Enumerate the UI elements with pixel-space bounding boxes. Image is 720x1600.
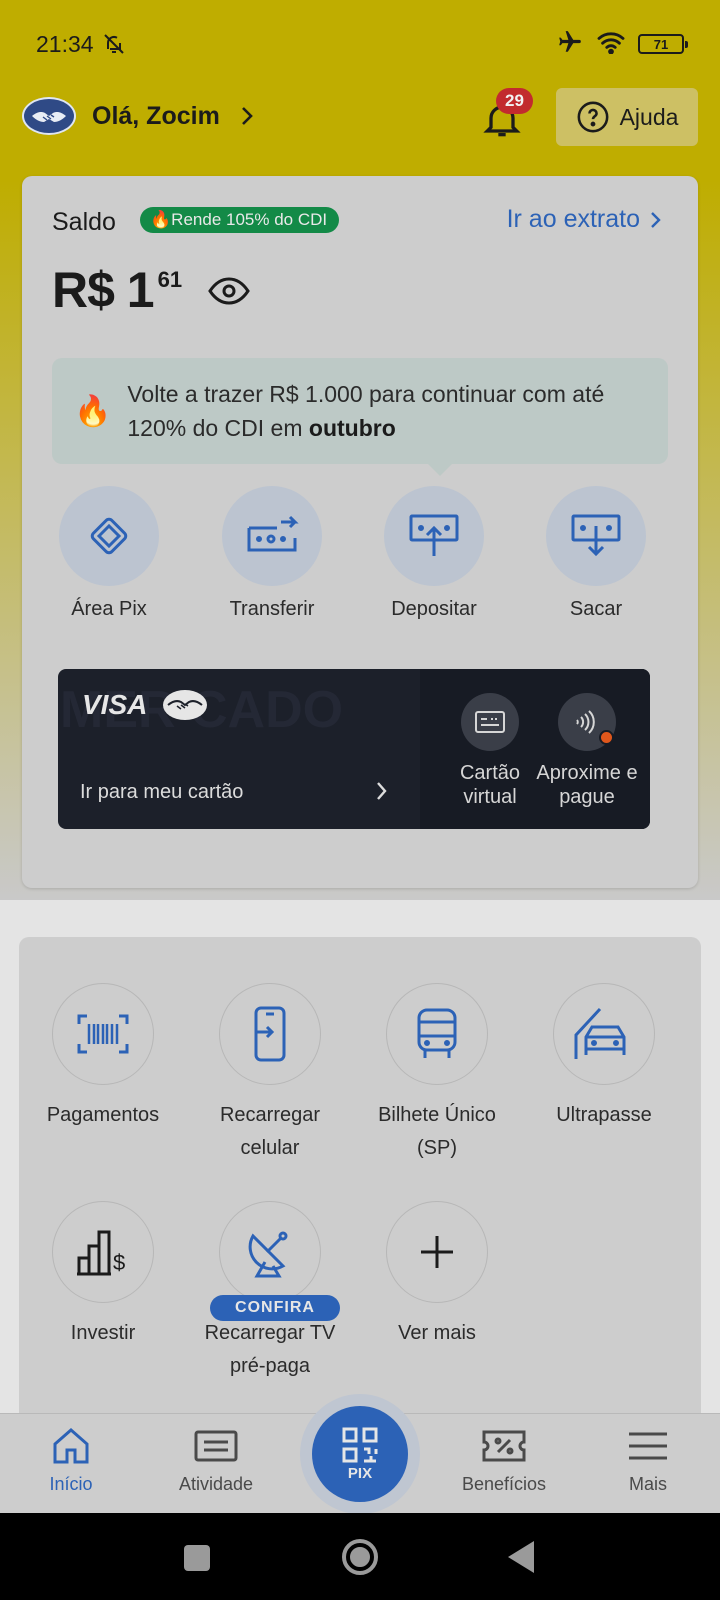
nav-inicio[interactable]: Início — [11, 1426, 131, 1495]
chevron-right-icon — [376, 781, 388, 806]
airplane-icon — [556, 29, 584, 60]
toll-car-icon — [553, 983, 655, 1085]
virtual-card-button[interactable]: Cartão virtual — [450, 693, 530, 809]
quick-actions: Área Pix Transferir Depositar Sacar — [22, 486, 698, 636]
wifi-icon — [596, 30, 626, 59]
service-label: Recarregar celular — [219, 1104, 321, 1159]
svg-text:$: $ — [113, 1250, 125, 1275]
status-time: 21:34 — [36, 30, 94, 57]
yield-badge: 🔥Rende 105% do CDI — [140, 207, 340, 233]
tip-text: Volte a trazer R$ 1.000 para continuar c… — [127, 381, 605, 441]
invest-icon: $ — [52, 1201, 154, 1303]
activity-icon — [194, 1430, 238, 1462]
bell-off-icon — [102, 32, 126, 56]
action-label: Sacar — [569, 598, 623, 620]
phone-recharge-icon — [219, 983, 321, 1085]
nav-label: Benefícios — [461, 1474, 547, 1494]
service-invest[interactable]: $ Investir — [18, 1201, 188, 1350]
nav-atividade[interactable]: Atividade — [156, 1426, 276, 1495]
nav-pix-button[interactable]: PIX — [312, 1406, 408, 1502]
service-phone-recharge[interactable]: Recarregar celular — [185, 983, 355, 1165]
service-ultrapasse[interactable]: Ultrapasse — [519, 983, 689, 1132]
cdi-tip-banner[interactable]: 🔥 Volte a trazer R$ 1.000 para continuar… — [52, 358, 668, 476]
app-header: Olá, Zocim 29 Ajuda — [0, 84, 720, 148]
recents-button[interactable] — [182, 1543, 212, 1578]
service-see-more[interactable]: Ver mais — [352, 1201, 522, 1350]
contactless-label: Aproxime e pague — [536, 762, 638, 808]
service-payments[interactable]: Pagamentos — [18, 983, 188, 1132]
goto-card-area[interactable]: MER CADO VISA Ir para meu cartão — [58, 669, 420, 829]
chevron-right-icon — [651, 211, 661, 228]
help-icon — [577, 101, 609, 133]
action-withdraw[interactable]: Sacar — [516, 486, 676, 621]
action-label: Área Pix — [71, 598, 147, 620]
service-label: Ultrapasse — [556, 1104, 652, 1126]
services-card: Pagamentos Recarregar celular Bilhete Ún… — [19, 937, 701, 1437]
visa-logo: VISA — [82, 689, 148, 720]
pix-icon — [59, 486, 159, 586]
service-label: Ver mais — [398, 1322, 476, 1344]
service-label: Bilhete Único (SP) — [378, 1104, 496, 1159]
balance-amount: R$ 1 61 — [52, 261, 250, 319]
service-label: Recarregar TV pré-paga — [204, 1322, 336, 1377]
nav-beneficios[interactable]: Benefícios — [444, 1426, 564, 1495]
bus-icon — [386, 983, 488, 1085]
contactless-icon — [558, 693, 616, 751]
card-shortcuts: Cartão virtual Aproxime e pague — [420, 669, 650, 829]
status-bar: 21:34 71 — [0, 0, 720, 88]
battery-indicator: 71 — [638, 34, 688, 54]
system-navigation-bar — [0, 1513, 720, 1600]
balance-card: Saldo 🔥Rende 105% do CDI Ir ao extrato R… — [22, 176, 698, 888]
help-label: Ajuda — [619, 103, 679, 130]
back-button[interactable] — [506, 1539, 536, 1580]
help-button[interactable]: Ajuda — [556, 88, 698, 146]
fire-icon: 🔥 — [150, 210, 172, 229]
visa-card-panel: MER CADO VISA Ir para meu cartão Cartão … — [58, 669, 650, 829]
notification-count-badge: 29 — [496, 88, 533, 114]
qr-code-icon — [342, 1427, 378, 1462]
nav-label: Mais — [628, 1474, 667, 1494]
nav-mais[interactable]: Mais — [588, 1426, 708, 1495]
contactless-pay-button[interactable]: Aproxime e pague — [532, 693, 642, 809]
fire-icon: 🔥 — [74, 394, 112, 428]
eye-icon[interactable] — [208, 277, 250, 310]
chevron-right-icon[interactable] — [240, 106, 254, 126]
nav-label: Início — [49, 1474, 93, 1494]
mercadopago-logo — [22, 97, 76, 135]
barcode-icon — [52, 983, 154, 1085]
withdraw-icon — [546, 486, 646, 586]
new-indicator-dot — [599, 730, 614, 745]
saldo-label: Saldo — [52, 208, 116, 236]
virtual-card-label: Cartão virtual — [459, 762, 521, 808]
balance-main: R$ 1 — [52, 262, 155, 318]
service-bilhete-unico[interactable]: Bilhete Único (SP) — [352, 983, 522, 1165]
home-button[interactable] — [340, 1537, 380, 1582]
service-label: Pagamentos — [46, 1104, 160, 1126]
handshake-logo-icon — [162, 689, 208, 726]
virtual-card-icon — [461, 693, 519, 751]
action-deposit[interactable]: Depositar — [354, 486, 514, 621]
action-transfer[interactable]: Transferir — [192, 486, 352, 621]
service-label: Investir — [70, 1322, 136, 1344]
service-tv-recharge[interactable]: Recarregar TV pré-paga — [185, 1201, 355, 1383]
greeting[interactable]: Olá, Zocim — [92, 102, 220, 131]
home-icon — [53, 1428, 89, 1464]
transfer-icon — [222, 486, 322, 586]
action-label: Depositar — [391, 598, 477, 620]
deposit-icon — [384, 486, 484, 586]
plus-icon — [386, 1201, 488, 1303]
statement-link[interactable]: Ir ao extrato — [507, 205, 662, 234]
notifications-button[interactable]: 29 — [480, 88, 533, 142]
nav-label: Atividade — [178, 1474, 254, 1494]
satellite-dish-icon — [219, 1201, 321, 1303]
balance-cents: 61 — [157, 267, 183, 292]
action-label: Transferir — [229, 598, 315, 620]
goto-card-label: Ir para meu cartão — [80, 781, 244, 803]
menu-icon — [629, 1432, 667, 1460]
confira-badge: CONFIRA — [210, 1295, 340, 1321]
pix-label: PIX — [347, 1464, 373, 1482]
coupon-icon — [482, 1430, 526, 1462]
action-area-pix[interactable]: Área Pix — [29, 486, 189, 621]
